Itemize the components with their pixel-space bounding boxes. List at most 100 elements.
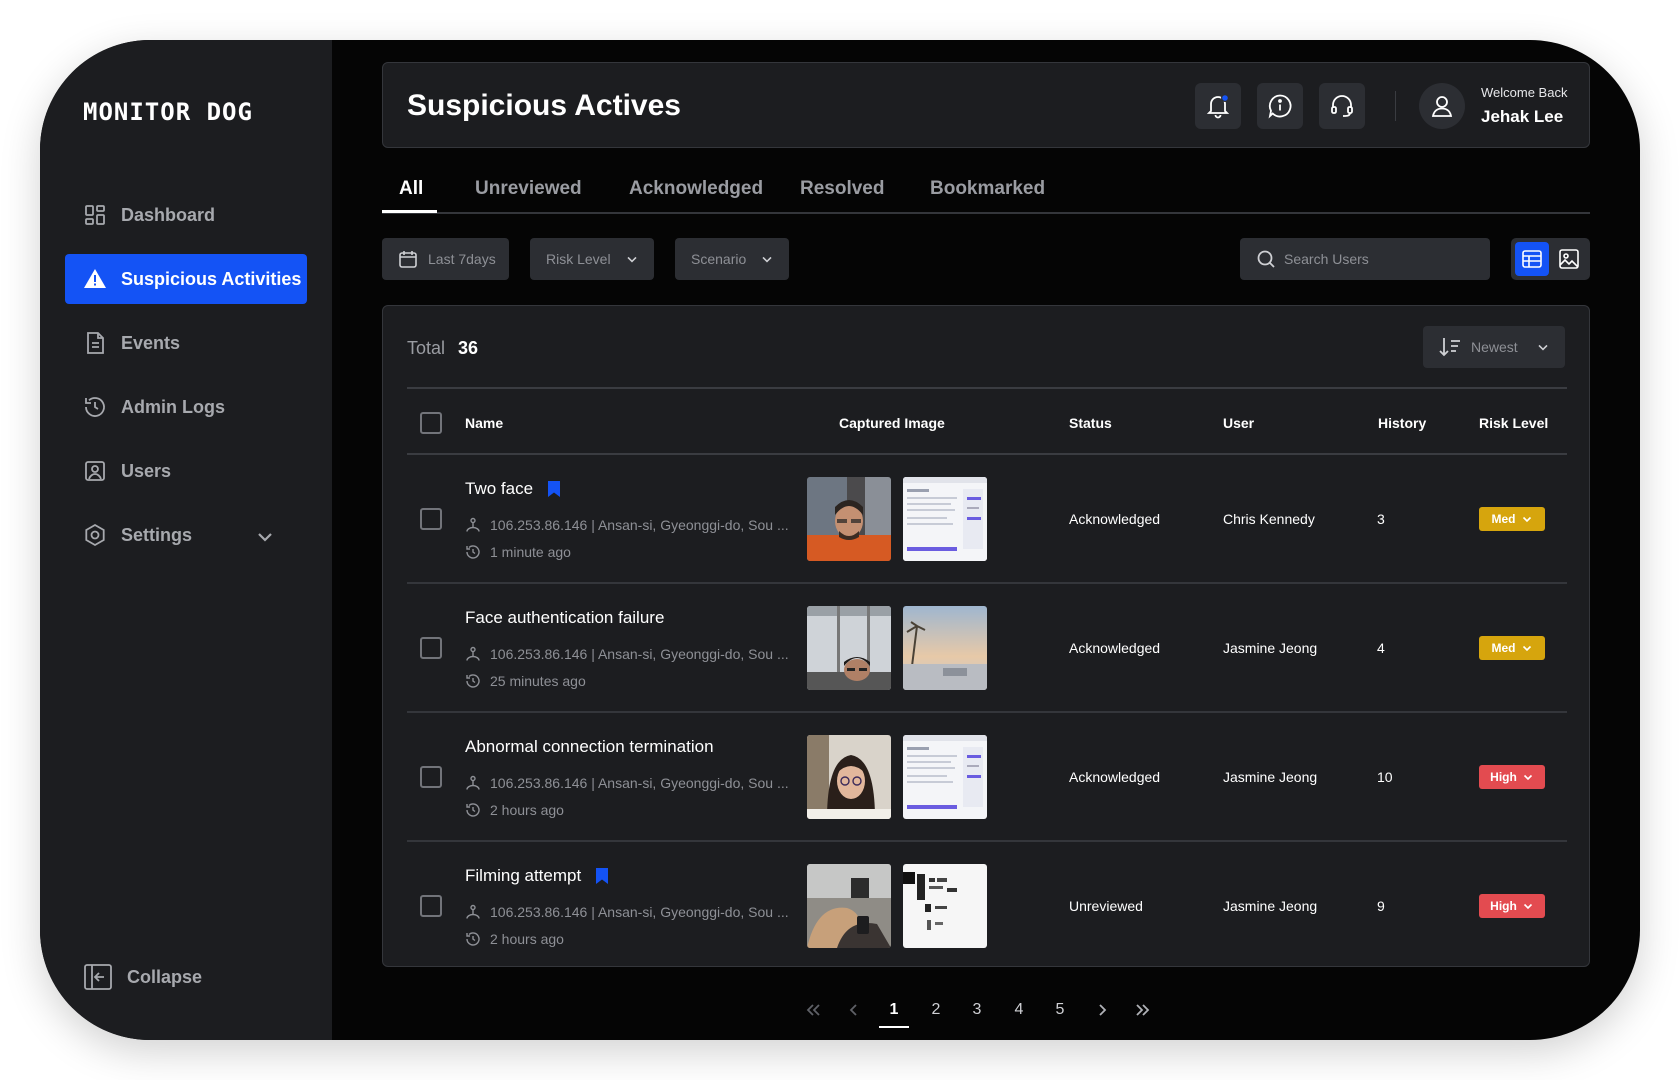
user-cell: Chris Kennedy	[1223, 511, 1315, 527]
history-cell: 4	[1377, 640, 1385, 656]
risk-level-badge[interactable]: Med	[1479, 507, 1545, 531]
sidebar-item-label: Events	[121, 332, 181, 353]
tab-all[interactable]: All	[399, 178, 423, 214]
sort-dropdown[interactable]: Newest	[1423, 326, 1565, 368]
tab-resolved[interactable]: Resolved	[800, 178, 884, 214]
risk-level-badge[interactable]: Med	[1479, 636, 1545, 660]
chevron-down-icon	[1522, 645, 1531, 652]
captured-image-screen[interactable]	[903, 477, 987, 561]
table-row[interactable]: Abnormal connection termination 106.253.…	[407, 713, 1567, 842]
captured-image-face[interactable]	[807, 606, 891, 690]
next-page-button[interactable]	[1087, 998, 1117, 1028]
network-icon	[466, 775, 480, 790]
activity-name: Filming attempt	[465, 866, 609, 886]
notifications-button[interactable]	[1195, 83, 1241, 129]
sidebar-item-users[interactable]: Users	[65, 446, 307, 496]
risk-level-text: High	[1490, 770, 1517, 784]
activity-name-text: Face authentication failure	[465, 608, 665, 627]
captured-image-scene[interactable]	[903, 606, 987, 690]
column-header-name[interactable]: Name	[465, 415, 503, 431]
table-row[interactable]: Face authentication failure 106.253.86.1…	[407, 584, 1567, 713]
row-checkbox[interactable]	[420, 508, 442, 530]
sidebar-item-settings[interactable]: Settings	[65, 510, 307, 560]
captured-image-face[interactable]	[807, 735, 891, 819]
bookmark-icon[interactable]	[547, 480, 561, 498]
risk-level-badge[interactable]: High	[1479, 765, 1545, 789]
clock-icon	[466, 674, 480, 688]
page-button[interactable]: 1	[879, 998, 909, 1028]
warning-icon	[84, 269, 106, 288]
user-cell: Jasmine Jeong	[1223, 640, 1318, 656]
activity-time-text: 2 hours ago	[490, 931, 564, 947]
column-header-user[interactable]: User	[1223, 415, 1254, 431]
column-header-captured-image[interactable]: Captured Image	[839, 415, 945, 431]
last-page-button[interactable]	[1128, 998, 1158, 1028]
date-filter[interactable]: Last 7days	[382, 238, 509, 280]
activity-location: 106.253.86.146 | Ansan-si, Gyeonggi-do, …	[465, 646, 789, 662]
status-cell: Acknowledged	[1069, 640, 1161, 656]
webcam-photo-icon	[807, 477, 891, 561]
captured-image-screen[interactable]	[903, 735, 987, 819]
sidebar-item-events[interactable]: Events	[65, 318, 307, 368]
clock-icon	[466, 803, 480, 817]
activity-location-text: 106.253.86.146 | Ansan-si, Gyeonggi-do, …	[490, 904, 789, 920]
double-chevron-left-icon	[806, 1004, 820, 1016]
scenario-filter[interactable]: Scenario	[675, 238, 789, 280]
chevron-down-icon	[762, 256, 772, 263]
dashboard-icon	[85, 205, 105, 225]
webcam-photo-icon	[807, 864, 891, 948]
table-row[interactable]: Two face 106.253.86.146 | Ansan-si, Gyeo…	[407, 455, 1567, 584]
history-icon	[85, 397, 105, 417]
risk-level-filter[interactable]: Risk Level	[530, 238, 654, 280]
page-button[interactable]: 2	[921, 998, 951, 1028]
network-icon	[466, 517, 480, 532]
risk-level-badge[interactable]: High	[1479, 894, 1545, 918]
outdoor-photo-icon	[903, 606, 987, 690]
chevron-down-icon	[1523, 774, 1532, 781]
info-button[interactable]	[1257, 83, 1303, 129]
column-header-risk-level[interactable]: Risk Level	[1479, 415, 1548, 431]
collapse-button[interactable]: Collapse	[83, 962, 202, 992]
captured-image-face[interactable]	[807, 477, 891, 561]
tab-bookmarked[interactable]: Bookmarked	[930, 178, 1045, 214]
sidebar-item-suspicious-activities[interactable]: Suspicious Activities	[65, 254, 307, 304]
clock-icon	[466, 545, 480, 559]
sidebar-item-admin-logs[interactable]: Admin Logs	[65, 382, 307, 432]
row-checkbox[interactable]	[420, 637, 442, 659]
document-thumbnail-icon	[903, 864, 987, 948]
table-row[interactable]: Filming attempt 106.253.86.146 | Ansan-s…	[407, 842, 1567, 971]
page-button[interactable]: 4	[1004, 998, 1034, 1028]
search-icon	[1257, 250, 1275, 268]
avatar[interactable]	[1419, 83, 1465, 129]
activity-location-text: 106.253.86.146 | Ansan-si, Gyeonggi-do, …	[490, 775, 789, 791]
tab-unreviewed[interactable]: Unreviewed	[475, 178, 582, 214]
page-button[interactable]: 5	[1045, 998, 1075, 1028]
column-header-status[interactable]: Status	[1069, 415, 1112, 431]
captured-image-filming[interactable]	[807, 864, 891, 948]
row-checkbox[interactable]	[420, 895, 442, 917]
support-button[interactable]	[1319, 83, 1365, 129]
page-button[interactable]: 3	[962, 998, 992, 1028]
image-view-button[interactable]	[1552, 242, 1586, 276]
column-header-history[interactable]: History	[1378, 415, 1426, 431]
activity-location-text: 106.253.86.146 | Ansan-si, Gyeonggi-do, …	[490, 517, 789, 533]
table-view-button[interactable]	[1515, 242, 1549, 276]
select-all-checkbox[interactable]	[420, 412, 442, 434]
view-toggle	[1511, 238, 1590, 280]
row-checkbox[interactable]	[420, 766, 442, 788]
captured-image-document[interactable]	[903, 864, 987, 948]
search-input[interactable]	[1284, 251, 1484, 267]
status-cell: Acknowledged	[1069, 511, 1161, 527]
first-page-button[interactable]	[798, 998, 828, 1028]
collapse-label: Collapse	[127, 966, 203, 987]
headset-icon	[1331, 95, 1353, 117]
previous-page-button[interactable]	[839, 998, 869, 1028]
bookmark-icon[interactable]	[595, 867, 609, 885]
table-icon	[1522, 250, 1542, 268]
sidebar-item-dashboard[interactable]: Dashboard	[65, 190, 307, 240]
activity-name-text: Two face	[465, 479, 534, 498]
activity-name: Abnormal connection termination	[465, 737, 714, 757]
date-filter-label: Last 7days	[428, 251, 496, 267]
tab-acknowledged[interactable]: Acknowledged	[629, 178, 763, 214]
user-name: Jehak Lee	[1481, 107, 1564, 126]
